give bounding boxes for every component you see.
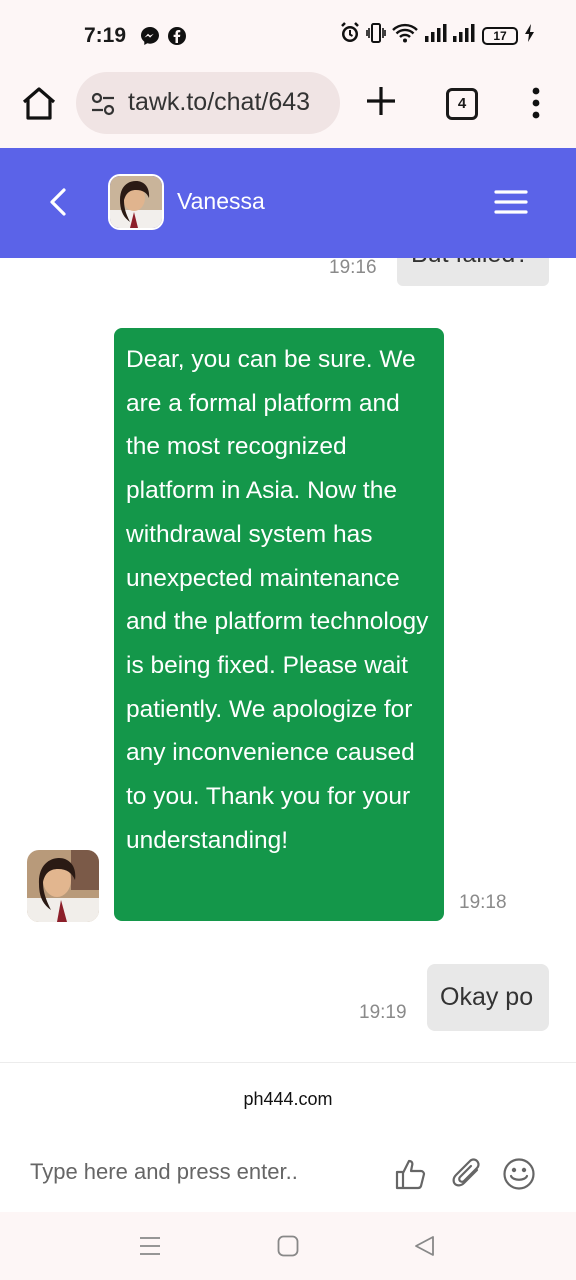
status-bar: 7:19 17	[0, 0, 576, 70]
charging-icon	[524, 23, 536, 48]
alarm-icon	[340, 22, 360, 49]
status-icons: 17	[340, 22, 536, 49]
tune-icon[interactable]	[90, 92, 116, 116]
message-time: 19:18	[459, 892, 507, 913]
plus-icon[interactable]	[364, 84, 398, 118]
messenger-icon	[140, 26, 160, 46]
brand-link[interactable]: ph444.com	[0, 1089, 576, 1110]
emoji-icon[interactable]	[502, 1157, 536, 1191]
url-text: tawk.to/chat/643	[128, 88, 311, 116]
message-text: Dear, you can be sure. We are a formal p…	[126, 346, 429, 854]
message-text: But failed?	[411, 258, 529, 269]
message-bubble-agent: Dear, you can be sure. We are a formal p…	[114, 328, 444, 921]
status-time: 7:19	[84, 24, 127, 47]
chat-header: Vanessa	[0, 148, 576, 258]
message-bubble-visitor: Okay po	[427, 964, 549, 1031]
back-icon[interactable]	[44, 186, 74, 218]
battery-icon: 17	[482, 26, 518, 45]
signal-icon	[424, 23, 476, 48]
message-input[interactable]	[30, 1159, 370, 1185]
thumbs-up-icon[interactable]	[394, 1157, 428, 1191]
kebab-icon[interactable]	[524, 86, 548, 120]
home-nav-icon[interactable]	[276, 1234, 300, 1258]
message-list[interactable]: But failed? 19:16 Dear, you can be sure.…	[0, 258, 576, 1062]
menu-icon[interactable]	[494, 188, 528, 216]
back-nav-icon[interactable]	[413, 1234, 437, 1258]
home-icon[interactable]	[20, 86, 58, 122]
address-bar[interactable]: tawk.to/chat/643	[76, 72, 340, 134]
vibrate-icon	[366, 22, 386, 49]
message-time: 19:19	[359, 1002, 407, 1023]
message-time: 19:16	[329, 258, 377, 278]
battery-level: 17	[493, 28, 507, 43]
recent-apps-icon[interactable]	[138, 1234, 162, 1258]
avatar[interactable]	[108, 174, 164, 230]
system-nav-bar	[0, 1212, 576, 1280]
message-bubble-visitor: But failed?	[397, 258, 549, 286]
agent-name: Vanessa	[177, 188, 265, 214]
avatar	[27, 850, 99, 922]
chat-footer: ph444.com	[0, 1062, 576, 1213]
tabs-icon[interactable]: 4	[446, 88, 478, 120]
facebook-icon	[167, 26, 187, 46]
wifi-icon	[392, 23, 418, 48]
browser-toolbar: tawk.to/chat/643 4	[0, 70, 576, 148]
paperclip-icon[interactable]	[451, 1157, 485, 1191]
message-text: Okay po	[440, 983, 534, 1011]
